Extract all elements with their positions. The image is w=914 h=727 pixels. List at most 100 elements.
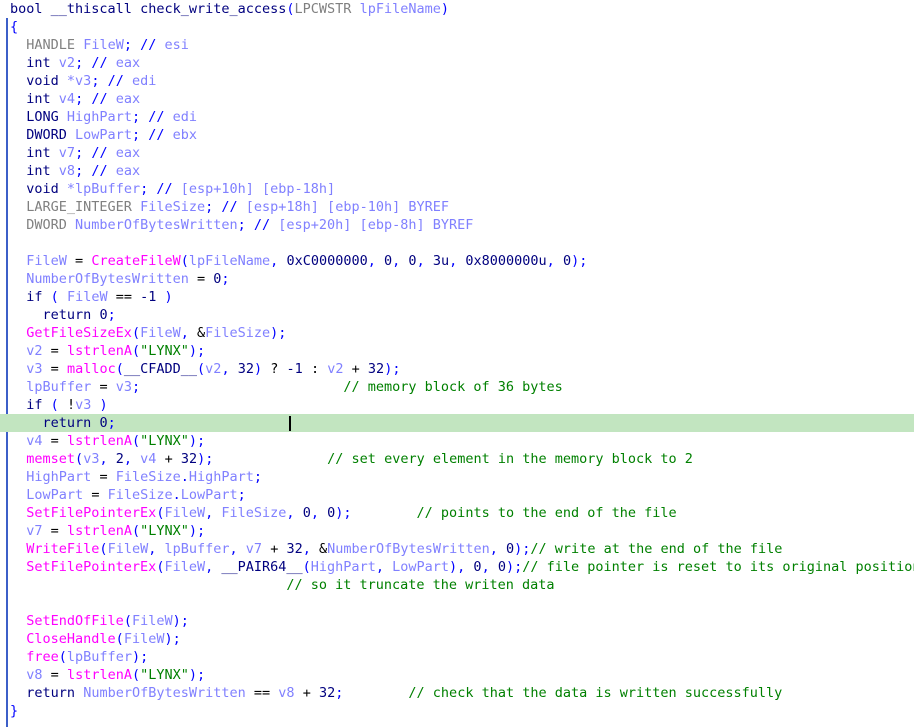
string-literal-lynx: "LYNX"	[140, 667, 189, 683]
decl-name[interactable]: *lpBuffer	[67, 181, 140, 197]
code-line-decl-v2[interactable]: int v2; // eax	[0, 54, 914, 72]
code-line-decl-highpart[interactable]: LONG HighPart; // edi	[0, 108, 914, 126]
function-name-token[interactable]: check_write_access	[140, 1, 286, 17]
decl-name[interactable]: HighPart	[67, 109, 132, 125]
param-name-token[interactable]: lpFileName	[360, 1, 441, 17]
var-lpbuffer[interactable]: lpBuffer	[26, 379, 91, 395]
decl-name[interactable]: FileW	[83, 37, 124, 53]
keyword-return: return	[26, 685, 76, 701]
api-setendoffile[interactable]: SetEndOfFile	[26, 613, 124, 629]
api-setfilepointerex[interactable]: SetFilePointerEx	[26, 505, 156, 521]
var-numberofbyteswritten[interactable]: NumberOfBytesWritten	[26, 271, 189, 287]
comment-check-success: // check that the data is written succes…	[408, 685, 783, 701]
code-line-lpbuffer-assign[interactable]: lpBuffer = v3; // memory block of 36 byt…	[0, 378, 914, 396]
decl-register-comment: edi	[123, 73, 157, 89]
code-line-malloc[interactable]: v3 = malloc(__CFADD__(v2, 32) ? -1 : v2 …	[0, 360, 914, 378]
var-highpart[interactable]: HighPart	[26, 469, 91, 485]
code-line-decl-v3[interactable]: void *v3; // edi	[0, 72, 914, 90]
text-caret	[289, 416, 291, 431]
comment-slashes: //	[91, 145, 108, 161]
code-line-decl-v7[interactable]: int v7; // eax	[0, 144, 914, 162]
var-v7[interactable]: v7	[26, 523, 42, 539]
api-createfilew[interactable]: CreateFileW	[91, 253, 180, 269]
code-line-closehandle[interactable]: CloseHandle(FileW);	[0, 630, 914, 648]
comment-slashes: //	[107, 73, 124, 89]
code-line-close-brace[interactable]: }	[0, 702, 914, 720]
comment-memory-block: // memory block of 36 bytes	[343, 379, 563, 395]
code-line-free[interactable]: free(lpBuffer);	[0, 648, 914, 666]
code-line-decl-filew[interactable]: HANDLE FileW; // esi	[0, 36, 914, 54]
decl-name[interactable]: v4	[59, 91, 75, 107]
code-line-if-invalid-handle[interactable]: if ( FileW == -1 )	[0, 288, 914, 306]
code-line-decl-filesize[interactable]: LARGE_INTEGER FileSize; // [esp+18h] [eb…	[0, 198, 914, 216]
code-line-setfilepointerex-restore[interactable]: SetFilePointerEx(FileW, __PAIR64__(HighP…	[0, 558, 914, 576]
api-writefile[interactable]: WriteFile	[26, 541, 99, 557]
code-line-createfile[interactable]: FileW = CreateFileW(lpFileName, 0xC00000…	[0, 252, 914, 270]
param-type-token: LPCWSTR	[294, 1, 352, 17]
code-line-signature[interactable]: bool __thiscall check_write_access(LPCWS…	[0, 0, 914, 18]
code-line-writefile[interactable]: WriteFile(FileW, lpBuffer, v7 + 32, &Num…	[0, 540, 914, 558]
code-line-return-zero-1[interactable]: return 0;	[0, 306, 914, 324]
code-line-comment-truncate[interactable]: // so it truncate the writen data	[0, 576, 914, 594]
code-line-setendoffile[interactable]: SetEndOfFile(FileW);	[0, 612, 914, 630]
decl-name[interactable]: FileSize	[140, 199, 205, 215]
var-v8[interactable]: v8	[26, 667, 42, 683]
decl-name[interactable]: v2	[59, 55, 75, 71]
code-line-if-null-buffer[interactable]: if ( !v3 )	[0, 396, 914, 414]
code-line-zero-written[interactable]: NumberOfBytesWritten = 0;	[0, 270, 914, 288]
code-line-decl-v8[interactable]: int v8; // eax	[0, 162, 914, 180]
api-free[interactable]: free	[26, 649, 59, 665]
code-line-memset[interactable]: memset(v3, 2, v4 + 32); // set every ele…	[0, 450, 914, 468]
comment-slashes: //	[91, 91, 108, 107]
api-lstrlena[interactable]: lstrlenA	[67, 667, 132, 683]
comment-slashes: //	[148, 109, 165, 125]
decl-type: int	[26, 55, 51, 71]
decl-name[interactable]: v8	[59, 163, 75, 179]
code-line-open-brace[interactable]: {	[0, 18, 914, 36]
var-v2[interactable]: v2	[26, 343, 42, 359]
var-v4[interactable]: v4	[26, 433, 42, 449]
intrinsic-pair64: __PAIR64__	[221, 559, 303, 575]
code-line-decl-v4[interactable]: int v4; // eax	[0, 90, 914, 108]
var-lowpart[interactable]: LowPart	[26, 487, 83, 503]
code-line-decl-numberofbyteswritten[interactable]: DWORD NumberOfBytesWritten; // [esp+20h]…	[0, 216, 914, 234]
pseudocode-view[interactable]: bool __thiscall check_write_access(LPCWS…	[0, 0, 914, 727]
code-line-decl-lpbuffer[interactable]: void *lpBuffer; // [esp+10h] [ebp-18h]	[0, 180, 914, 198]
var-filew[interactable]: FileW	[26, 253, 67, 269]
api-memset[interactable]: memset	[26, 451, 75, 467]
decl-register-comment: ebx	[164, 127, 198, 143]
keyword-if: if	[26, 289, 43, 305]
close-brace-token: }	[10, 703, 19, 719]
decl-type: DWORD	[26, 127, 67, 143]
api-setfilepointerex[interactable]: SetFilePointerEx	[26, 559, 156, 575]
decl-name[interactable]: LowPart	[75, 127, 132, 143]
api-closehandle[interactable]: CloseHandle	[26, 631, 115, 647]
code-line-getfilesizeex[interactable]: GetFileSizeEx(FileW, &FileSize);	[0, 324, 914, 342]
code-line-v2-strlen[interactable]: v2 = lstrlenA("LYNX");	[0, 342, 914, 360]
code-line-return-zero-2-highlighted[interactable]: return 0;	[0, 414, 914, 432]
decl-name[interactable]: *v3	[67, 73, 91, 89]
code-line-highpart[interactable]: HighPart = FileSize.HighPart;	[0, 468, 914, 486]
comment-slashes: //	[253, 217, 271, 233]
decl-name[interactable]: v7	[59, 145, 75, 161]
intrinsic-cfadd: __CFADD__	[123, 361, 198, 377]
code-line-v8-strlen[interactable]: v8 = lstrlenA("LYNX");	[0, 666, 914, 684]
code-line-setfilepointerex-end[interactable]: SetFilePointerEx(FileW, FileSize, 0, 0);…	[0, 504, 914, 522]
decl-type: void	[26, 181, 59, 197]
api-lstrlena[interactable]: lstrlenA	[67, 523, 132, 539]
api-lstrlena[interactable]: lstrlenA	[67, 433, 132, 449]
code-line-decl-lowpart[interactable]: DWORD LowPart; // ebx	[0, 126, 914, 144]
code-line-return-check[interactable]: return NumberOfBytesWritten == v8 + 32; …	[0, 684, 914, 702]
comment-slashes: //	[148, 127, 165, 143]
api-malloc[interactable]: malloc	[67, 361, 116, 377]
decl-register-comment: eax	[107, 55, 141, 71]
code-line-v4-strlen[interactable]: v4 = lstrlenA("LYNX");	[0, 432, 914, 450]
code-line-lowpart[interactable]: LowPart = FileSize.LowPart;	[0, 486, 914, 504]
api-lstrlena[interactable]: lstrlenA	[67, 343, 132, 359]
decl-type: void	[26, 73, 59, 89]
var-v3[interactable]: v3	[26, 361, 42, 377]
code-line-v7-strlen[interactable]: v7 = lstrlenA("LYNX");	[0, 522, 914, 540]
code-listing[interactable]: bool __thiscall check_write_access(LPCWS…	[0, 0, 914, 720]
api-getfilesizeex[interactable]: GetFileSizeEx	[26, 325, 132, 341]
decl-name[interactable]: NumberOfBytesWritten	[75, 217, 238, 233]
